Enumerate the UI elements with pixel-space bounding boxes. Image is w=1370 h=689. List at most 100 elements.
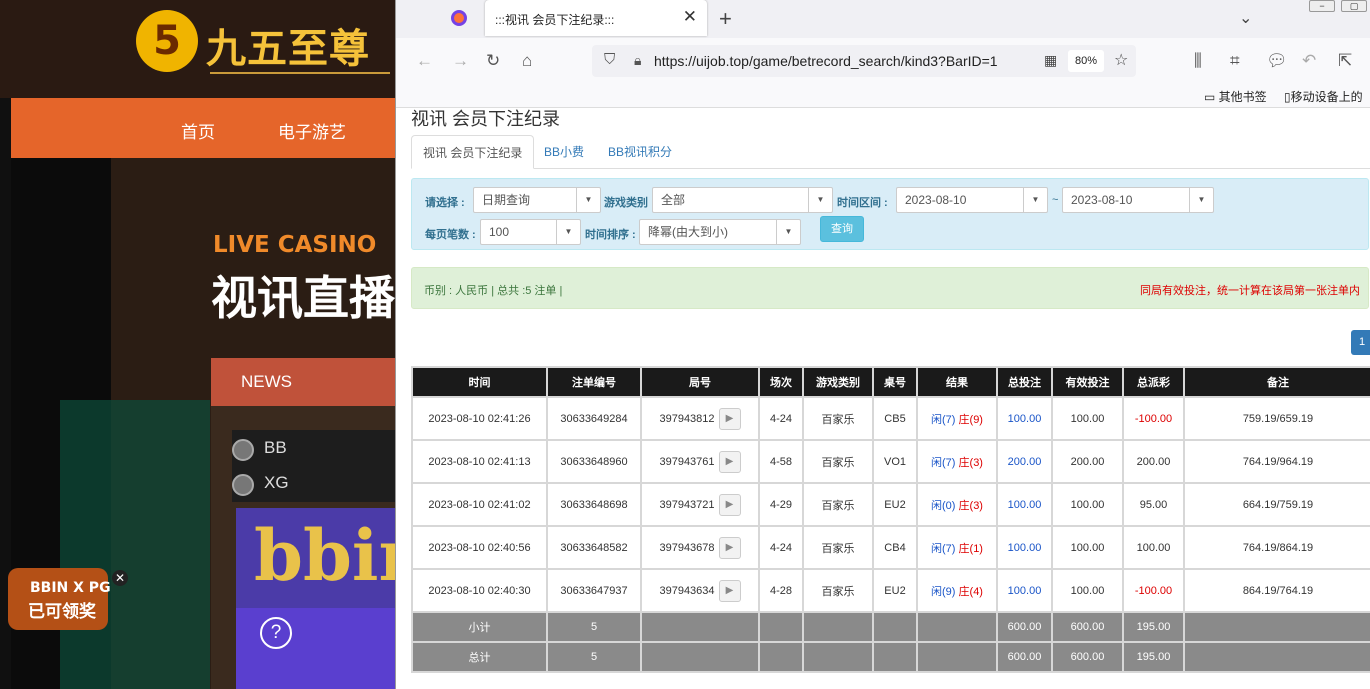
chat-icon[interactable]: 💬︎ (1266, 51, 1288, 71)
game-type-select[interactable]: 全部 ▼ (652, 187, 833, 213)
cell-time-text: 2023-08-10 02:40:56 (428, 541, 531, 554)
logo-text[interactable]: 九五至尊 (206, 16, 370, 74)
undo-icon[interactable]: ↶ (1302, 51, 1316, 71)
provider-xg[interactable]: XG (232, 473, 289, 496)
tab-tips[interactable]: BB小费 (533, 135, 595, 169)
table-header-row: 时间 注单编号 局号 场次 游戏类别 桌号 结果 总投注 有效投注 总派彩 备注 (411, 366, 1370, 398)
tab-bet-records[interactable]: 视讯 会员下注纪录 (411, 135, 535, 169)
qr-code-icon[interactable]: ▦ (1044, 52, 1057, 69)
video-replay-icon[interactable]: ▶ (718, 579, 741, 602)
result-player[interactable]: 闲(9) (931, 586, 955, 598)
result-player[interactable]: 闲(7) (931, 414, 955, 426)
sort-select[interactable]: 降幂(由大到小) ▼ (639, 219, 801, 245)
cell-game-type: 百家乐 (802, 482, 874, 527)
cell-bet-id: 30633648960 (546, 439, 642, 484)
crop-icon[interactable]: ⌗ (1230, 51, 1240, 71)
tab-points[interactable]: BB视讯积分 (597, 135, 683, 169)
zoom-level[interactable]: 80% (1068, 50, 1104, 72)
help-icon[interactable]: ? (260, 617, 292, 649)
result-player[interactable]: 闲(0) (931, 500, 955, 512)
cell-note: 664.19/759.19 (1183, 482, 1370, 527)
result-banker[interactable]: 庄(3) (959, 500, 983, 512)
cell-game-type: 百家乐 (802, 525, 874, 570)
cell-payout-text: 200.00 (1136, 455, 1171, 468)
bbin-banner[interactable]: bbin (236, 508, 395, 608)
video-replay-icon[interactable]: ▶ (718, 493, 741, 516)
firefox-icon[interactable] (451, 10, 467, 26)
bookmark-other[interactable]: ▭ 其他书签 (1204, 88, 1267, 105)
library-icon[interactable]: ⫼ (1194, 51, 1202, 71)
cell-game-type: 百家乐 (802, 439, 874, 484)
share-icon[interactable]: ⇱ (1338, 51, 1352, 71)
star-icon[interactable]: ☆ (1114, 50, 1128, 70)
home-icon[interactable]: ⌂ (522, 51, 532, 71)
minimize-icon[interactable]: − (1309, 0, 1335, 12)
date-from-select[interactable]: 2023-08-10 ▼ (896, 187, 1048, 213)
active-tab[interactable]: :::视讯 会员下注纪录::: ✕ (485, 0, 707, 36)
forward-icon[interactable]: → (452, 51, 469, 71)
empty-cell (872, 641, 918, 673)
query-button[interactable]: 查询 (820, 216, 864, 242)
cell-valid-bet: 100.00 (1051, 568, 1124, 613)
result-banker[interactable]: 庄(4) (959, 586, 983, 598)
url-bar[interactable]: ⛉ 🔒︎ https://uijob.top/game/betrecord_se… (592, 45, 1136, 77)
cell-valid-bet-text: 200.00 (1070, 455, 1105, 468)
url-text[interactable]: https://uijob.top/game/betrecord_search/… (654, 53, 1032, 69)
cell-payout: 95.00 (1122, 482, 1185, 527)
cell-total-bet-text[interactable]: 100.00 (1008, 499, 1042, 511)
cell-valid-bet-text: 100.00 (1070, 412, 1105, 425)
cell-valid-bet-text: 100.00 (1070, 584, 1105, 597)
cell-total-bet-text[interactable]: 100.00 (1008, 413, 1042, 425)
tab-title: :::视讯 会员下注纪录::: (495, 13, 615, 27)
chevron-down-icon: ▼ (1189, 188, 1213, 212)
cell-round: 397943812 ▶ (640, 396, 760, 441)
cell-game-text: 4-28 (769, 584, 793, 597)
promo-badge[interactable]: BBIN X PG 已可领奖 ✕ (0, 560, 128, 635)
provider-bb[interactable]: BB (232, 438, 287, 461)
cell-round-text: 397943678 (659, 541, 715, 554)
shield-icon[interactable]: ⛉ (604, 51, 615, 68)
logo-emblem[interactable]: 5 (136, 10, 198, 72)
cell-total-bet-text[interactable]: 200.00 (1008, 456, 1042, 468)
page-1-button[interactable]: 1 (1351, 330, 1370, 355)
per-page-select[interactable]: 100 ▼ (480, 219, 581, 245)
new-tab-icon[interactable]: + (719, 6, 732, 32)
result-banker[interactable]: 庄(9) (959, 414, 983, 426)
nav-home[interactable]: 首页 (181, 118, 215, 143)
reload-icon[interactable]: ↻ (486, 51, 500, 71)
back-icon[interactable]: ← (416, 51, 433, 71)
nav-slots[interactable]: 电子游艺 (278, 118, 346, 143)
lock-icon[interactable]: 🔒︎ (634, 52, 641, 69)
cell-table-text: CB5 (884, 412, 906, 425)
date-to-select[interactable]: 2023-08-10 ▼ (1062, 187, 1214, 213)
cell-bet-id-text: 30633648960 (560, 455, 628, 468)
cell-bet-id: 30633648582 (546, 525, 642, 570)
cell-game: 4-24 (758, 396, 804, 441)
video-replay-icon[interactable]: ▶ (718, 407, 741, 430)
cell-total-bet-text[interactable]: 100.00 (1008, 585, 1042, 597)
result-player[interactable]: 闲(7) (931, 457, 955, 469)
video-replay-icon[interactable]: ▶ (718, 450, 741, 473)
result-player[interactable]: 闲(7) (931, 543, 955, 555)
promo-line2: 已可领奖 (28, 602, 96, 622)
query-type-select[interactable]: 日期查询 ▼ (473, 187, 601, 213)
chevron-down-icon[interactable]: ⌄ (1239, 8, 1252, 28)
bookmark-mobile[interactable]: ▯移动设备上的 (1284, 88, 1363, 105)
cell-total-bet-text[interactable]: 100.00 (1008, 542, 1042, 554)
close-tab-icon[interactable]: ✕ (683, 7, 697, 27)
chip-icon (232, 439, 254, 461)
col-game: 场次 (758, 366, 804, 398)
table-row: 2023-08-10 02:40:30 30633647937 397943634 ▶… (411, 568, 1370, 613)
result-banker[interactable]: 庄(1) (959, 543, 983, 555)
video-replay-icon[interactable]: ▶ (718, 536, 741, 559)
cell-note: 764.19/964.19 (1183, 439, 1370, 484)
site-nav: 首页 电子游艺 (11, 98, 395, 158)
cell-note-text: 764.19/964.19 (1242, 455, 1314, 468)
restore-icon[interactable]: ▢ (1341, 0, 1367, 12)
result-banker[interactable]: 庄(3) (959, 457, 983, 469)
close-icon[interactable]: ✕ (112, 570, 128, 586)
cell-note-text: 759.19/659.19 (1242, 412, 1314, 425)
cell-bet-id: 30633648698 (546, 482, 642, 527)
game-type-label: 游戏类别 (604, 197, 648, 209)
cell-table: CB5 (872, 396, 918, 441)
